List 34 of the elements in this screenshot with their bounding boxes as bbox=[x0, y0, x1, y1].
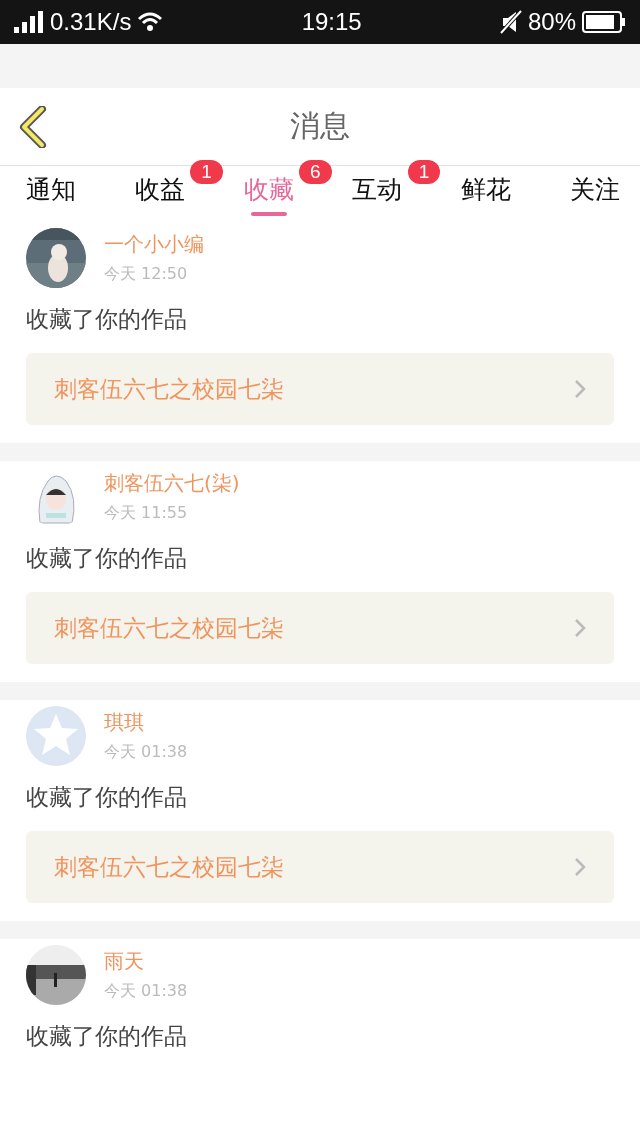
count-badge: 6 bbox=[299, 160, 332, 184]
message-time: 今天 01:38 bbox=[104, 981, 188, 1002]
signal-icon bbox=[14, 11, 44, 33]
user-name[interactable]: 雨天 bbox=[104, 948, 188, 975]
count-badge: 1 bbox=[407, 160, 441, 184]
chevron-right-icon bbox=[574, 379, 586, 399]
message-text: 收藏了你的作品 bbox=[26, 1022, 188, 1051]
tab[interactable]: 关注 bbox=[570, 166, 620, 222]
user-name[interactable]: 刺客伍六七(柒) bbox=[104, 470, 240, 497]
message-text: 收藏了你的作品 bbox=[26, 305, 188, 334]
battery-icon bbox=[582, 11, 626, 33]
page-title: 消息 bbox=[290, 107, 350, 145]
work-link[interactable]: 刺客伍六七之校园七柒 bbox=[26, 831, 614, 903]
message-time: 今天 12:50 bbox=[104, 264, 189, 285]
tab[interactable]: 通知 bbox=[26, 166, 76, 222]
user-name[interactable]: 一个小小编 bbox=[104, 231, 204, 258]
tab[interactable]: 鲜花 bbox=[461, 166, 512, 222]
message-time: 今天 01:38 bbox=[104, 742, 188, 763]
mute-icon bbox=[499, 10, 522, 34]
chevron-right-icon bbox=[574, 618, 586, 638]
user-name[interactable]: 琪琪 bbox=[104, 709, 188, 736]
battery-percent: 80% bbox=[527, 8, 576, 36]
network-speed: 0.31K/s bbox=[50, 8, 132, 36]
work-link[interactable]: 刺客伍六七之校园七柒 bbox=[26, 592, 614, 664]
clock-time: 19:15 bbox=[301, 8, 362, 36]
default-avatar-icon bbox=[26, 706, 86, 766]
back-icon[interactable] bbox=[18, 106, 48, 148]
message-time: 今天 11:55 bbox=[104, 503, 189, 524]
message-text: 收藏了你的作品 bbox=[26, 783, 188, 812]
count-badge: 1 bbox=[190, 160, 223, 184]
chevron-right-icon bbox=[574, 857, 586, 877]
work-link[interactable]: 刺客伍六七之校园七柒 bbox=[26, 353, 614, 425]
wifi-icon bbox=[137, 12, 164, 32]
message-text: 收藏了你的作品 bbox=[26, 544, 188, 573]
